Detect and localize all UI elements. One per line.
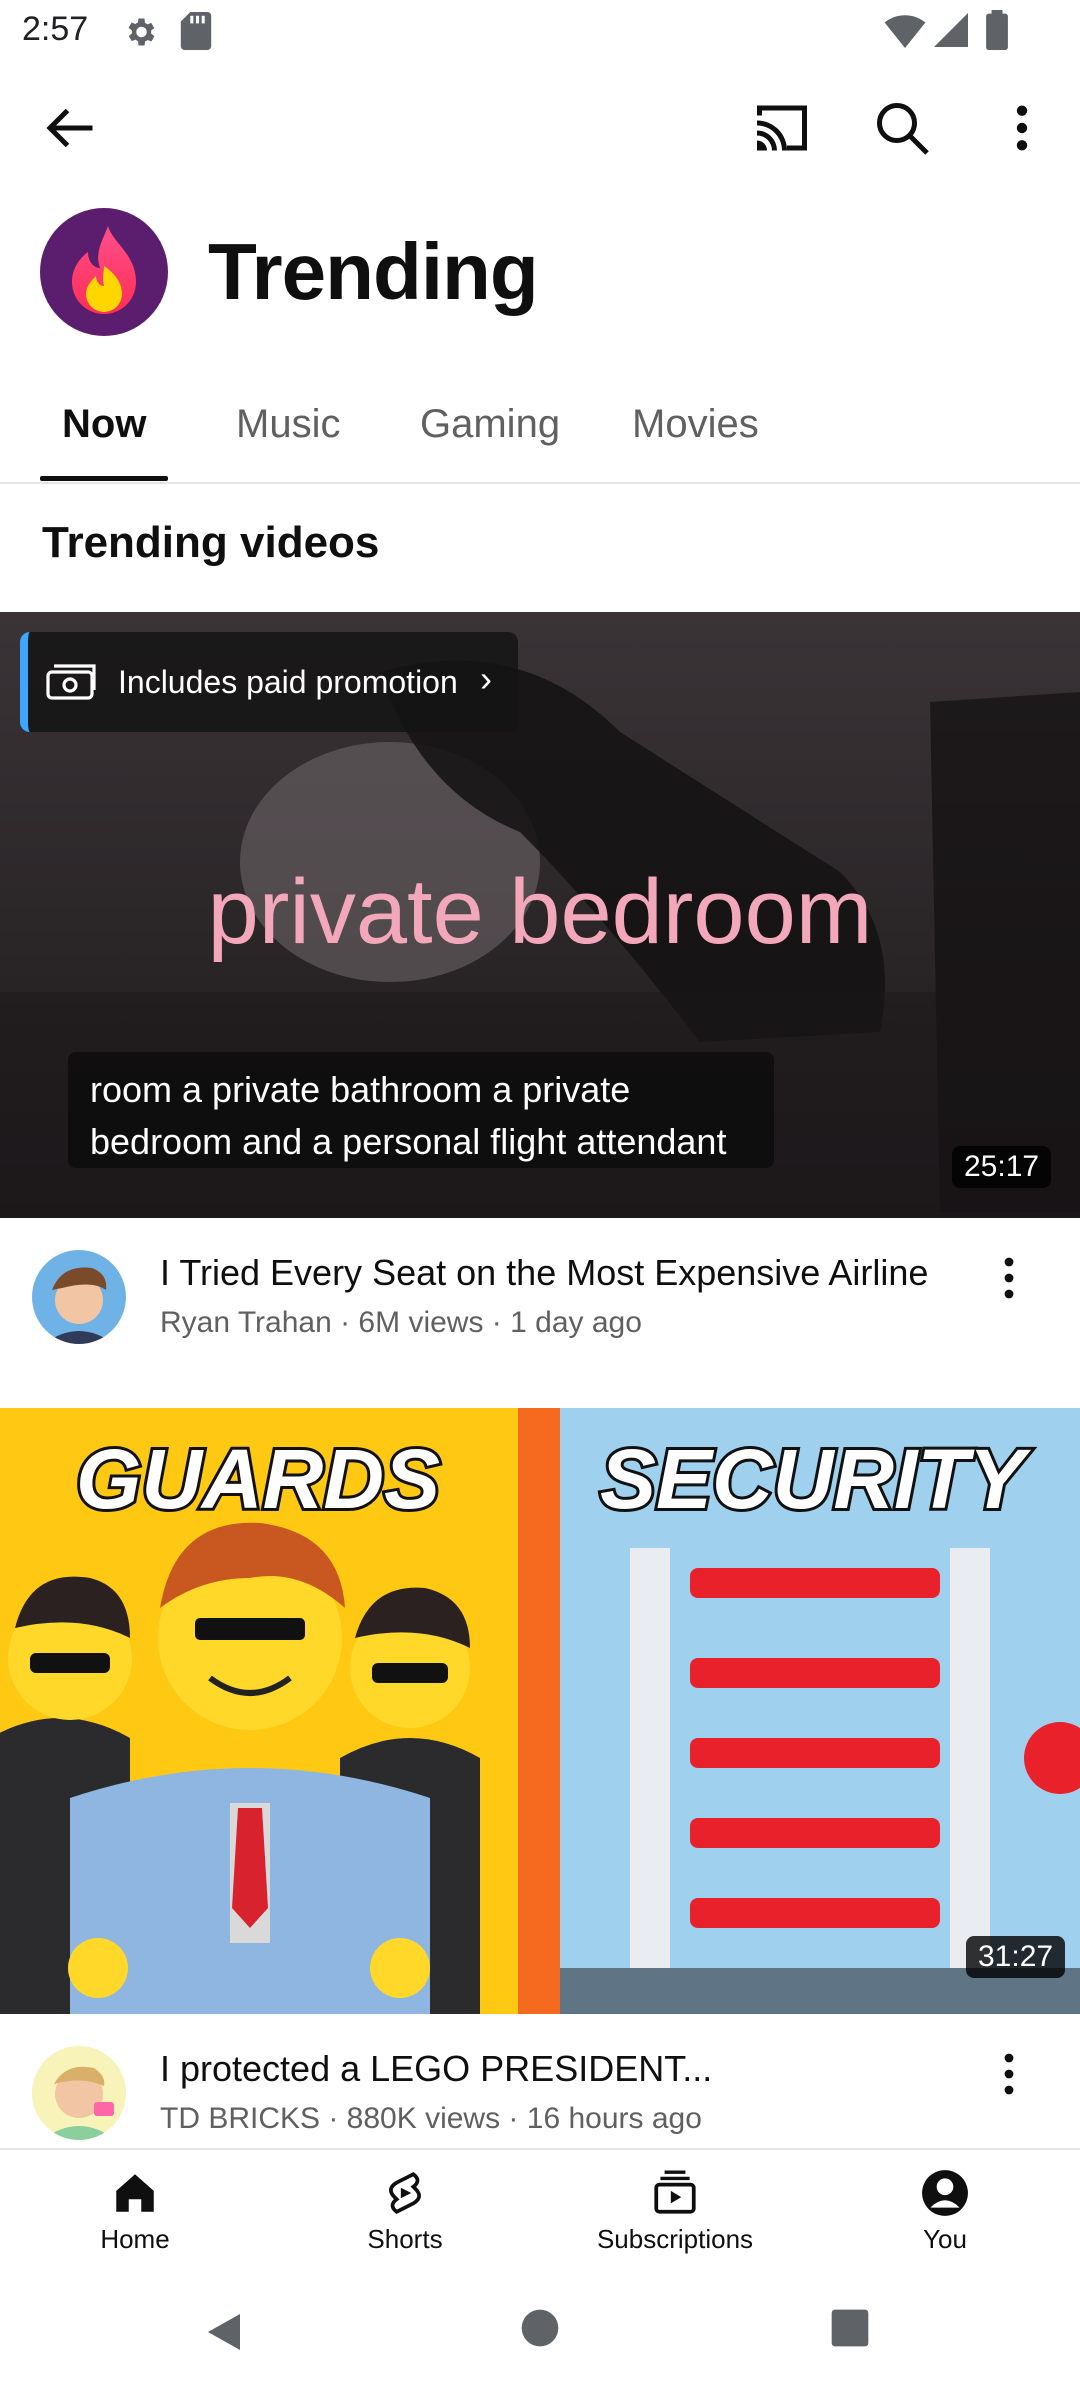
chevron-right-icon: ›: [480, 658, 492, 699]
subtitle-caption-box: room a private bathroom a private bedroo…: [68, 1052, 774, 1168]
video-options-icon[interactable]: [1002, 2050, 1016, 2098]
battery-icon: [986, 10, 1008, 50]
nav-shorts-label: Shorts: [367, 2224, 443, 2254]
thumbnail-right-text: SECURITY: [600, 1432, 1032, 1526]
section-title: Trending videos: [42, 518, 380, 567]
nav-you-label: You: [923, 2224, 967, 2254]
nav-you[interactable]: You: [845, 2168, 1045, 2255]
tab-music[interactable]: Music: [236, 402, 340, 447]
subscriptions-icon: [654, 2170, 696, 2214]
tab-now[interactable]: Now: [62, 402, 146, 447]
home-icon: [116, 2174, 154, 2212]
video-metadata: Ryan Trahan · 6M views · 1 day ago: [160, 1306, 642, 1339]
tab-movies[interactable]: Movies: [632, 402, 759, 447]
video-title[interactable]: I Tried Every Seat on the Most Expensive…: [160, 1252, 928, 1294]
paid-promotion-badge[interactable]: Includes paid promotion ›: [20, 632, 518, 732]
signal-icon: [934, 13, 968, 47]
system-navigation-bar: [0, 2262, 1080, 2400]
video-duration: 25:17: [952, 1146, 1052, 1188]
shorts-icon: [389, 2172, 421, 2214]
video-title[interactable]: I protected a LEGO PRESIDENT...: [160, 2048, 712, 2090]
channel-avatar[interactable]: [32, 2046, 126, 2140]
thumbnail-lego-scene: GUARDS SECURITY: [0, 1429, 1080, 2014]
trending-avatar: [40, 208, 168, 336]
nav-back-icon[interactable]: [200, 2308, 248, 2356]
nav-subscriptions[interactable]: Subscriptions: [575, 2168, 775, 2255]
nav-recents-icon[interactable]: [830, 2308, 870, 2348]
nav-home[interactable]: Home: [35, 2168, 235, 2255]
video-thumbnail[interactable]: GUARDS SECURITY 31:27: [0, 1408, 1080, 2014]
bottom-navigation: Home Shorts Subscriptions You: [0, 2148, 1080, 2262]
video-metadata: TD BRICKS · 880K views · 16 hours ago: [160, 2102, 702, 2135]
status-bar: 2:57: [0, 0, 1080, 66]
wifi-icon: [884, 15, 926, 48]
settings-icon: [128, 18, 155, 46]
search-icon[interactable]: [872, 98, 932, 158]
paid-promotion-icon: [46, 664, 96, 700]
active-tab-indicator: [40, 476, 168, 481]
avatar-face: [42, 2066, 116, 2140]
cast-icon[interactable]: [752, 100, 812, 156]
account-icon: [922, 2170, 968, 2216]
category-tabs: Now Music Gaming Movies: [0, 370, 1080, 484]
back-arrow-icon[interactable]: [40, 98, 100, 158]
flame-icon: [72, 226, 136, 314]
subtitle-line-1: room a private bathroom a private: [90, 1069, 631, 1110]
more-vert-icon[interactable]: [1004, 102, 1040, 154]
status-time: 2:57: [22, 10, 89, 48]
video-duration: 31:27: [966, 1936, 1066, 1978]
page-title: Trending: [208, 227, 539, 316]
avatar-face: [44, 1267, 114, 1344]
paid-promotion-label: Includes paid promotion: [118, 664, 458, 700]
nav-subscriptions-label: Subscriptions: [596, 2224, 754, 2254]
sd-card-icon: [180, 12, 212, 50]
top-app-bar: [0, 66, 1080, 194]
channel-avatar[interactable]: [32, 1250, 126, 1344]
thumbnail-caption-large: private bedroom: [207, 861, 873, 963]
thumbnail-left-text: GUARDS: [76, 1432, 440, 1526]
video-options-icon[interactable]: [1002, 1254, 1016, 1302]
nav-shorts[interactable]: Shorts: [305, 2168, 505, 2255]
nav-home-icon[interactable]: [520, 2308, 560, 2348]
subtitle-line-2: bedroom and a personal flight attendant: [90, 1121, 727, 1162]
nav-home-label: Home: [100, 2224, 170, 2254]
tab-gaming[interactable]: Gaming: [420, 402, 560, 447]
